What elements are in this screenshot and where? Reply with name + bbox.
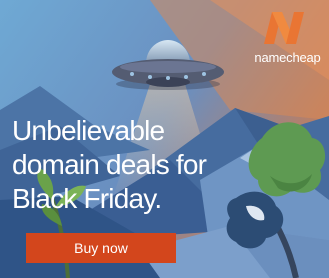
headline-line-1: Unbelievable	[12, 115, 165, 146]
headline-line-3: Black Friday.	[12, 183, 162, 214]
namecheap-n-logo-icon	[264, 12, 304, 44]
buy-now-button[interactable]: Buy now	[26, 233, 176, 263]
ufo-light-1	[130, 72, 134, 76]
ufo-light-5	[202, 72, 206, 76]
ufo-light-2	[148, 75, 152, 79]
brand-name: namecheap	[254, 50, 321, 65]
headline-line-2: domain deals for	[12, 149, 207, 180]
headline: Unbelievable domain deals for Black Frid…	[12, 114, 272, 216]
ufo-body-top	[120, 61, 216, 73]
ufo-light-4	[184, 75, 188, 79]
ufo-light-3	[166, 76, 170, 80]
banner-ad[interactable]: namecheap Unbelievable domain deals for …	[0, 0, 329, 278]
